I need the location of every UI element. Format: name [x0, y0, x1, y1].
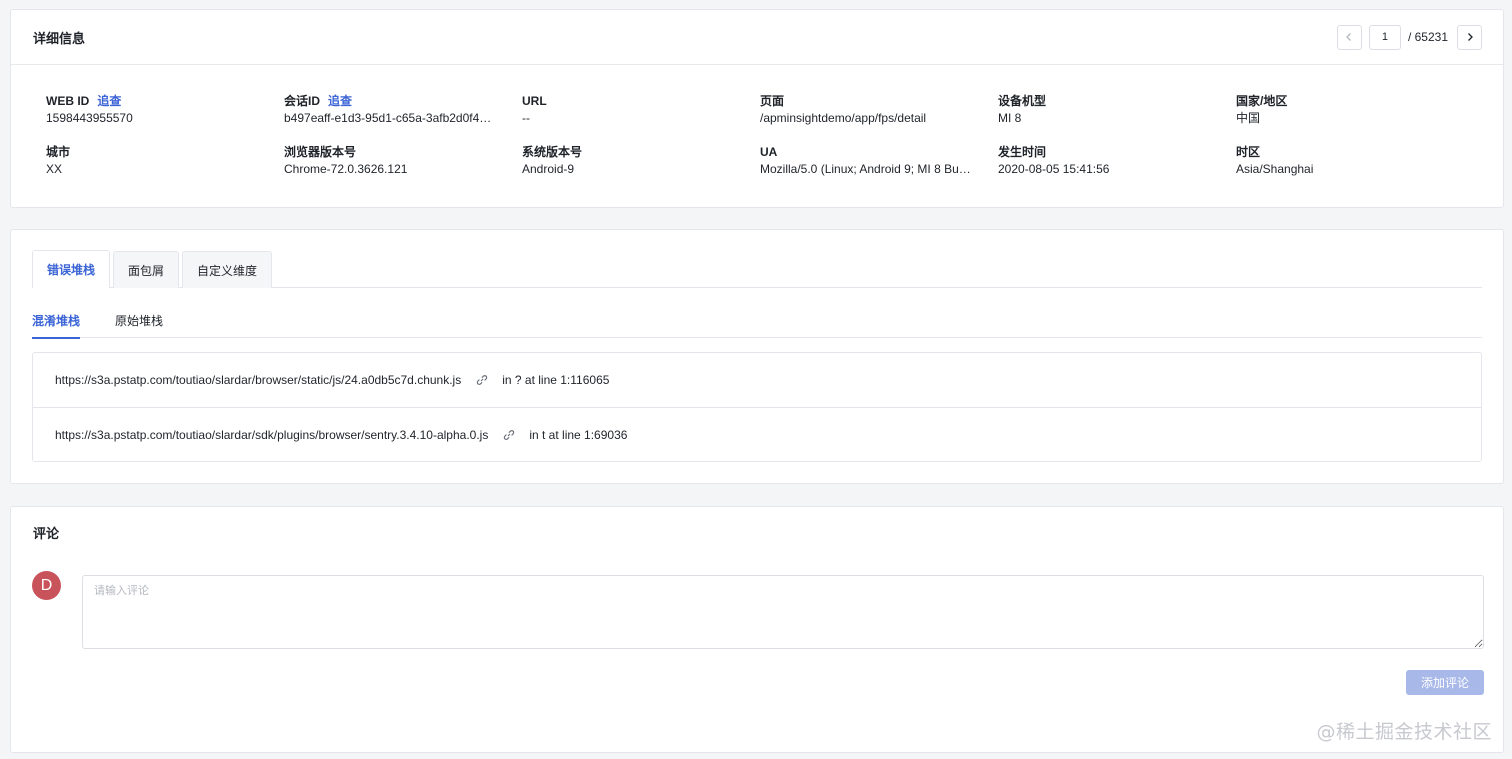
- info-field-label: 系统版本号: [522, 144, 734, 160]
- info-field: 时区 Asia/Shanghai: [1236, 144, 1448, 178]
- stack-frame-url: https://s3a.pstatp.com/toutiao/slardar/s…: [55, 427, 489, 442]
- subtab-1[interactable]: 原始堆栈: [115, 299, 163, 338]
- comment-title: 评论: [33, 526, 60, 541]
- detail-card: 详细信息 / 65231 WEB ID 追查 1598443955570 会话ID 追查…: [10, 9, 1504, 208]
- info-field-label: 发生时间: [998, 144, 1210, 160]
- page-total: / 65231: [1407, 30, 1448, 44]
- info-field-value: XX: [46, 162, 63, 176]
- subtab-0[interactable]: 混淆堆栈: [32, 299, 81, 339]
- tab-1[interactable]: 面包屑: [113, 251, 180, 288]
- info-field-label-text: 时区: [1236, 145, 1261, 159]
- info-field-value: /apminsightdemo/app/fps/detail: [760, 111, 927, 125]
- info-field: 发生时间 2020-08-05 15:41:56: [998, 144, 1210, 178]
- info-field-label: 城市: [46, 144, 258, 160]
- info-field-value: b497eaff-e1d3-95d1-c65a-3afb2d0f4e2c: [284, 111, 496, 125]
- detail-header: 详细信息 / 65231: [11, 10, 1503, 65]
- trace-link[interactable]: 追查: [97, 94, 121, 108]
- info-field: 系统版本号 Android-9: [522, 144, 734, 178]
- info-field-value: MI 8: [998, 111, 1022, 125]
- next-page-button[interactable]: [1457, 24, 1482, 50]
- chevron-left-icon: [1346, 33, 1352, 41]
- info-field: 页面/apminsightdemo/app/fps/detail: [760, 93, 972, 127]
- page-number-input[interactable]: [1368, 24, 1401, 50]
- info-field-label: 设备机型: [998, 93, 1210, 109]
- info-field-label-text: 浏览器版本号: [284, 145, 357, 159]
- watermark: @稀土掘金技术社区: [1316, 721, 1492, 743]
- info-field-label-text: 页面: [760, 94, 785, 108]
- info-field-value: Mozilla/5.0 (Linux; Android 9; MI 8 Buil…: [760, 162, 972, 176]
- info-field: 国家/地区中国: [1236, 93, 1448, 127]
- info-field-value: --: [522, 111, 530, 125]
- pager: / 65231: [1336, 24, 1482, 50]
- info-field-value: Chrome-72.0.3626.121: [284, 162, 408, 176]
- tab-2[interactable]: 自定义维度: [182, 251, 273, 288]
- stack-frame-row: https://s3a.pstatp.com/toutiao/slardar/s…: [33, 407, 1481, 461]
- info-field-label: 页面: [760, 93, 972, 109]
- info-field-label: WEB ID 追查: [46, 93, 258, 109]
- stack-frame-location: in ? at line 1:116065: [502, 373, 610, 387]
- info-field: 城市 XX: [46, 144, 258, 178]
- stack-frame-location: in t at line 1:69036: [529, 427, 628, 442]
- info-field-label-text: URL: [522, 94, 547, 108]
- info-field: 浏览器版本号 Chrome-72.0.3626.121: [284, 144, 496, 178]
- info-field-label: UA: [760, 144, 972, 160]
- comment-input[interactable]: [82, 575, 1484, 649]
- info-field-label-text: 发生时间: [998, 145, 1047, 159]
- info-field-label-text: 系统版本号: [522, 145, 583, 159]
- add-comment-button[interactable]: 添加评论: [1406, 670, 1484, 695]
- info-field: 会话ID 追查 b497eaff-e1d3-95d1-c65a-3afb2d0f4e…: [284, 93, 496, 127]
- stack-frame-row: https://s3a.pstatp.com/toutiao/slardar/b…: [33, 353, 1481, 407]
- info-field: 设备机型 MI 8: [998, 93, 1210, 127]
- link-icon[interactable]: [476, 374, 488, 386]
- detail-title: 详细信息: [33, 30, 86, 46]
- info-field-value: 中国: [1236, 111, 1261, 125]
- comment-card: 评论 D 添加评论: [10, 506, 1504, 753]
- stack-card: 错误堆栈 面包屑 自定义维度 混淆堆栈 原始堆栈 https://s3a.pstatp…: [10, 229, 1504, 484]
- trace-link[interactable]: 追查: [328, 94, 352, 108]
- info-field-label: 国家/地区: [1236, 93, 1448, 109]
- info-field-label-text: 城市: [46, 145, 71, 159]
- card-tabs: 错误堆栈 面包屑 自定义维度: [32, 250, 1482, 288]
- info-field: WEB ID 追查 1598443955570: [46, 93, 258, 127]
- info-grid: WEB ID 追查 1598443955570 会话ID 追查 b497eaff-e1d3…: [46, 93, 1474, 178]
- info-field-value: Asia/Shanghai: [1236, 162, 1314, 176]
- info-field-label: 会话ID 追查: [284, 93, 496, 109]
- info-field-label: 浏览器版本号: [284, 144, 496, 160]
- tab-0[interactable]: 错误堆栈: [32, 250, 111, 288]
- stack-frame-url: https://s3a.pstatp.com/toutiao/slardar/b…: [55, 373, 462, 387]
- info-field-value: 2020-08-05 15:41:56: [998, 162, 1110, 176]
- info-field-label: URL: [522, 93, 734, 109]
- info-field: UA Mozilla/5.0 (Linux; Android 9; MI 8 Bu…: [760, 144, 972, 178]
- info-field-label-text: 国家/地区: [1236, 94, 1288, 108]
- info-field-label: 时区: [1236, 144, 1448, 160]
- prev-page-button[interactable]: [1336, 24, 1362, 50]
- info-field-label-text: 设备机型: [998, 94, 1047, 108]
- info-field-label-text: UA: [760, 145, 778, 159]
- info-field-label-text: 会话ID: [284, 94, 321, 108]
- chevron-right-icon: [1467, 33, 1473, 41]
- stack-frame-list: https://s3a.pstatp.com/toutiao/slardar/b…: [32, 352, 1482, 462]
- info-field-value: Android-9: [522, 162, 575, 176]
- stack-subtabs: 混淆堆栈 原始堆栈: [32, 299, 1482, 339]
- avatar: D: [32, 571, 61, 600]
- link-icon[interactable]: [503, 429, 515, 441]
- info-field-value: 1598443955570: [46, 111, 133, 125]
- info-field-label-text: WEB ID: [46, 94, 90, 108]
- info-field: URL --: [522, 93, 734, 127]
